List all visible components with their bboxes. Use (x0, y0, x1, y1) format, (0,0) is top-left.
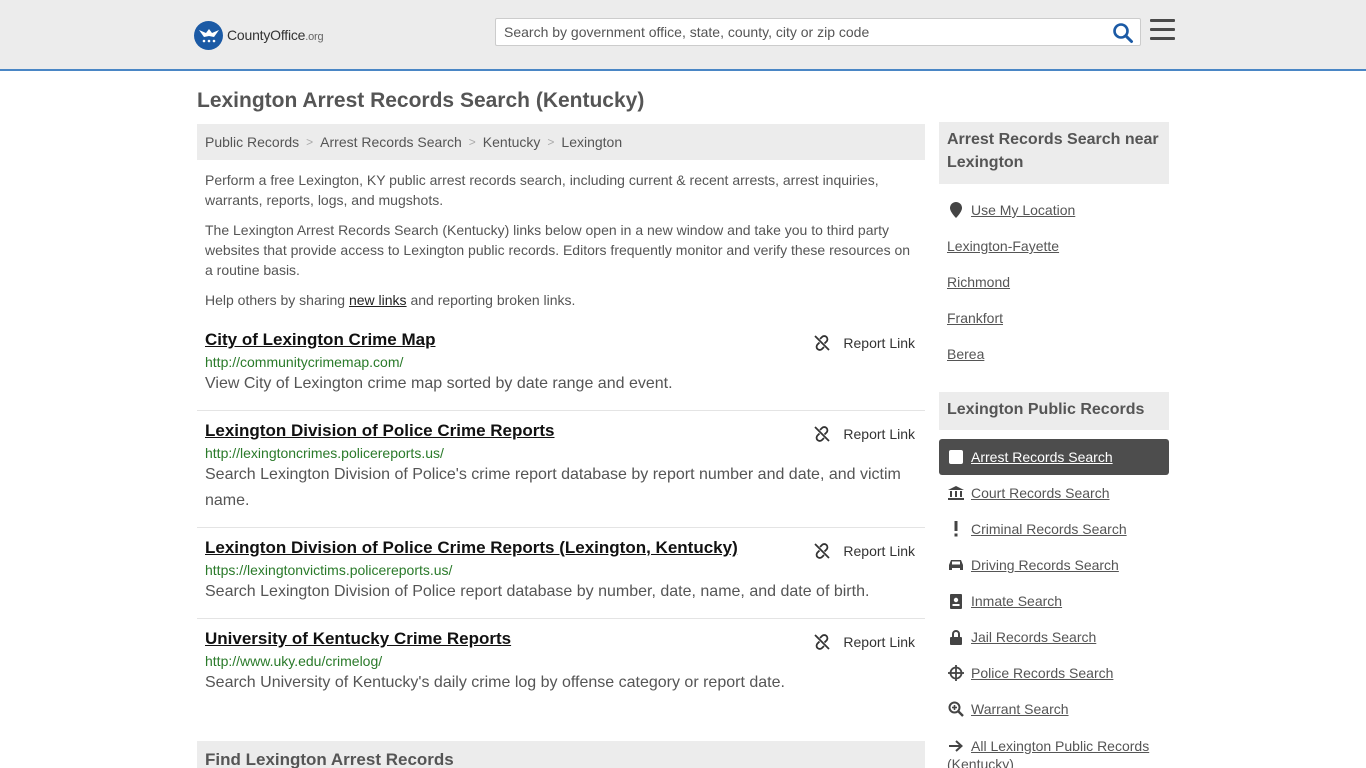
sidebar-item-label[interactable]: Criminal Records Search (971, 521, 1127, 537)
public-records-heading: Lexington Public Records (939, 392, 1169, 430)
sidebar-item-police-records[interactable]: Police Records Search (947, 665, 1113, 681)
broken-link-icon (814, 426, 831, 442)
courthouse-icon (947, 485, 965, 501)
sidebar-item-arrest-records[interactable]: Arrest Records Search (939, 439, 1169, 475)
map-pin-icon (947, 202, 965, 218)
search-box (495, 18, 1141, 46)
sidebar-item-all-records[interactable]: All Lexington Public Records (Kentucky) (947, 737, 1169, 768)
near-link[interactable]: Frankfort (947, 310, 1003, 326)
sidebar-item-driving-records[interactable]: Driving Records Search (947, 557, 1119, 573)
find-records-heading: Find Lexington Arrest Records (197, 741, 925, 768)
sidebar-item-warrant-search[interactable]: Warrant Search (947, 701, 1069, 717)
breadcrumb-arrest-records[interactable]: Arrest Records Search (320, 134, 462, 150)
sidebar-item-jail-records[interactable]: Jail Records Search (947, 629, 1096, 645)
near-item[interactable]: Lexington-Fayette (947, 238, 1059, 254)
sidebar-item-criminal-records[interactable]: Criminal Records Search (947, 521, 1127, 537)
result-divider (197, 527, 925, 528)
result-description: Search Lexington Division of Police's cr… (205, 466, 901, 509)
result-description: Search Lexington Division of Police repo… (205, 583, 870, 600)
new-links-link[interactable]: new links (349, 292, 407, 308)
broken-link-icon (814, 335, 831, 351)
intro-paragraph-3: Help others by sharing new links and rep… (205, 292, 576, 308)
result-divider (197, 410, 925, 411)
result-url: http://communitycrimemap.com/ (205, 354, 404, 370)
hamburger-menu-icon[interactable] (1150, 19, 1175, 43)
search-input[interactable] (496, 19, 1106, 45)
chevron-right-icon: > (468, 135, 476, 149)
broken-link-icon (814, 543, 831, 559)
breadcrumb-lexington[interactable]: Lexington (561, 134, 622, 150)
sidebar-item-label[interactable]: Jail Records Search (971, 629, 1096, 645)
chevron-right-icon: > (306, 135, 314, 149)
logo-eagle-icon (194, 20, 223, 50)
all-records-link[interactable]: All Lexington Public Records (Kentucky) (947, 737, 1169, 768)
logo-text: CountyOffice.org (227, 27, 324, 43)
site-header: CountyOffice.org (0, 0, 1366, 71)
result-title-link[interactable]: City of Lexington Crime Map (205, 330, 435, 350)
result-item: Lexington Division of Police Crime Repor… (197, 421, 925, 514)
site-logo[interactable]: CountyOffice.org (194, 20, 324, 50)
result-description: Search University of Kentucky's daily cr… (205, 674, 785, 691)
report-link-button[interactable]: Report Link (813, 425, 915, 443)
exclamation-icon (947, 521, 965, 537)
result-url: http://lexingtoncrimes.policereports.us/ (205, 445, 444, 461)
intro-paragraph-1: Perform a free Lexington, KY public arre… (205, 172, 879, 208)
breadcrumb: Public Records > Arrest Records Search >… (197, 124, 925, 160)
sidebar-item-label[interactable]: Inmate Search (971, 593, 1062, 609)
id-badge-icon (947, 593, 965, 609)
result-description: View City of Lexington crime map sorted … (205, 375, 673, 392)
sidebar-item-label[interactable]: Court Records Search (971, 485, 1110, 501)
result-item: City of Lexington Crime Map http://commu… (197, 330, 925, 397)
result-divider (197, 618, 925, 619)
breadcrumb-public-records[interactable]: Public Records (205, 134, 299, 150)
result-url: https://lexingtonvictims.policereports.u… (205, 562, 453, 578)
sidebar-item-court-records[interactable]: Court Records Search (947, 485, 1110, 501)
report-link-button[interactable]: Report Link (813, 633, 915, 651)
near-link[interactable]: Richmond (947, 274, 1010, 290)
sidebar-item-label[interactable]: Police Records Search (971, 665, 1113, 681)
intro-paragraph-2: The Lexington Arrest Records Search (Ken… (205, 222, 911, 278)
magnify-plus-icon (947, 701, 965, 717)
sidebar-item-label[interactable]: Arrest Records Search (971, 449, 1113, 465)
result-title-link[interactable]: Lexington Division of Police Crime Repor… (205, 421, 555, 441)
report-link-button[interactable]: Report Link (813, 334, 915, 352)
use-location-item[interactable]: Use My Location (947, 202, 1075, 218)
sidebar-item-label[interactable]: Warrant Search (971, 701, 1069, 717)
car-icon (947, 557, 965, 573)
broken-link-icon (814, 634, 831, 650)
result-title-link[interactable]: Lexington Division of Police Crime Repor… (205, 538, 738, 558)
near-item[interactable]: Berea (947, 346, 984, 362)
result-url: http://www.uky.edu/crimelog/ (205, 653, 383, 669)
near-link[interactable]: Berea (947, 346, 984, 362)
checkbox-icon (949, 450, 963, 464)
page-title: Lexington Arrest Records Search (Kentuck… (197, 89, 645, 112)
near-item[interactable]: Richmond (947, 274, 1010, 290)
result-item: Lexington Division of Police Crime Repor… (197, 538, 925, 605)
near-item[interactable]: Frankfort (947, 310, 1003, 326)
near-heading: Arrest Records Search near Lexington (939, 122, 1169, 184)
result-item: University of Kentucky Crime Reports htt… (197, 629, 925, 696)
report-link-button[interactable]: Report Link (813, 542, 915, 560)
chevron-right-icon: > (547, 135, 555, 149)
breadcrumb-kentucky[interactable]: Kentucky (483, 134, 541, 150)
result-title-link[interactable]: University of Kentucky Crime Reports (205, 629, 511, 649)
lock-icon (947, 629, 965, 645)
search-icon[interactable] (1112, 22, 1134, 44)
sidebar-item-label[interactable]: Driving Records Search (971, 557, 1119, 573)
sidebar-item-inmate-search[interactable]: Inmate Search (947, 593, 1062, 609)
near-link[interactable]: Lexington-Fayette (947, 238, 1059, 254)
use-location-link[interactable]: Use My Location (971, 202, 1075, 218)
crosshair-icon (947, 665, 965, 681)
